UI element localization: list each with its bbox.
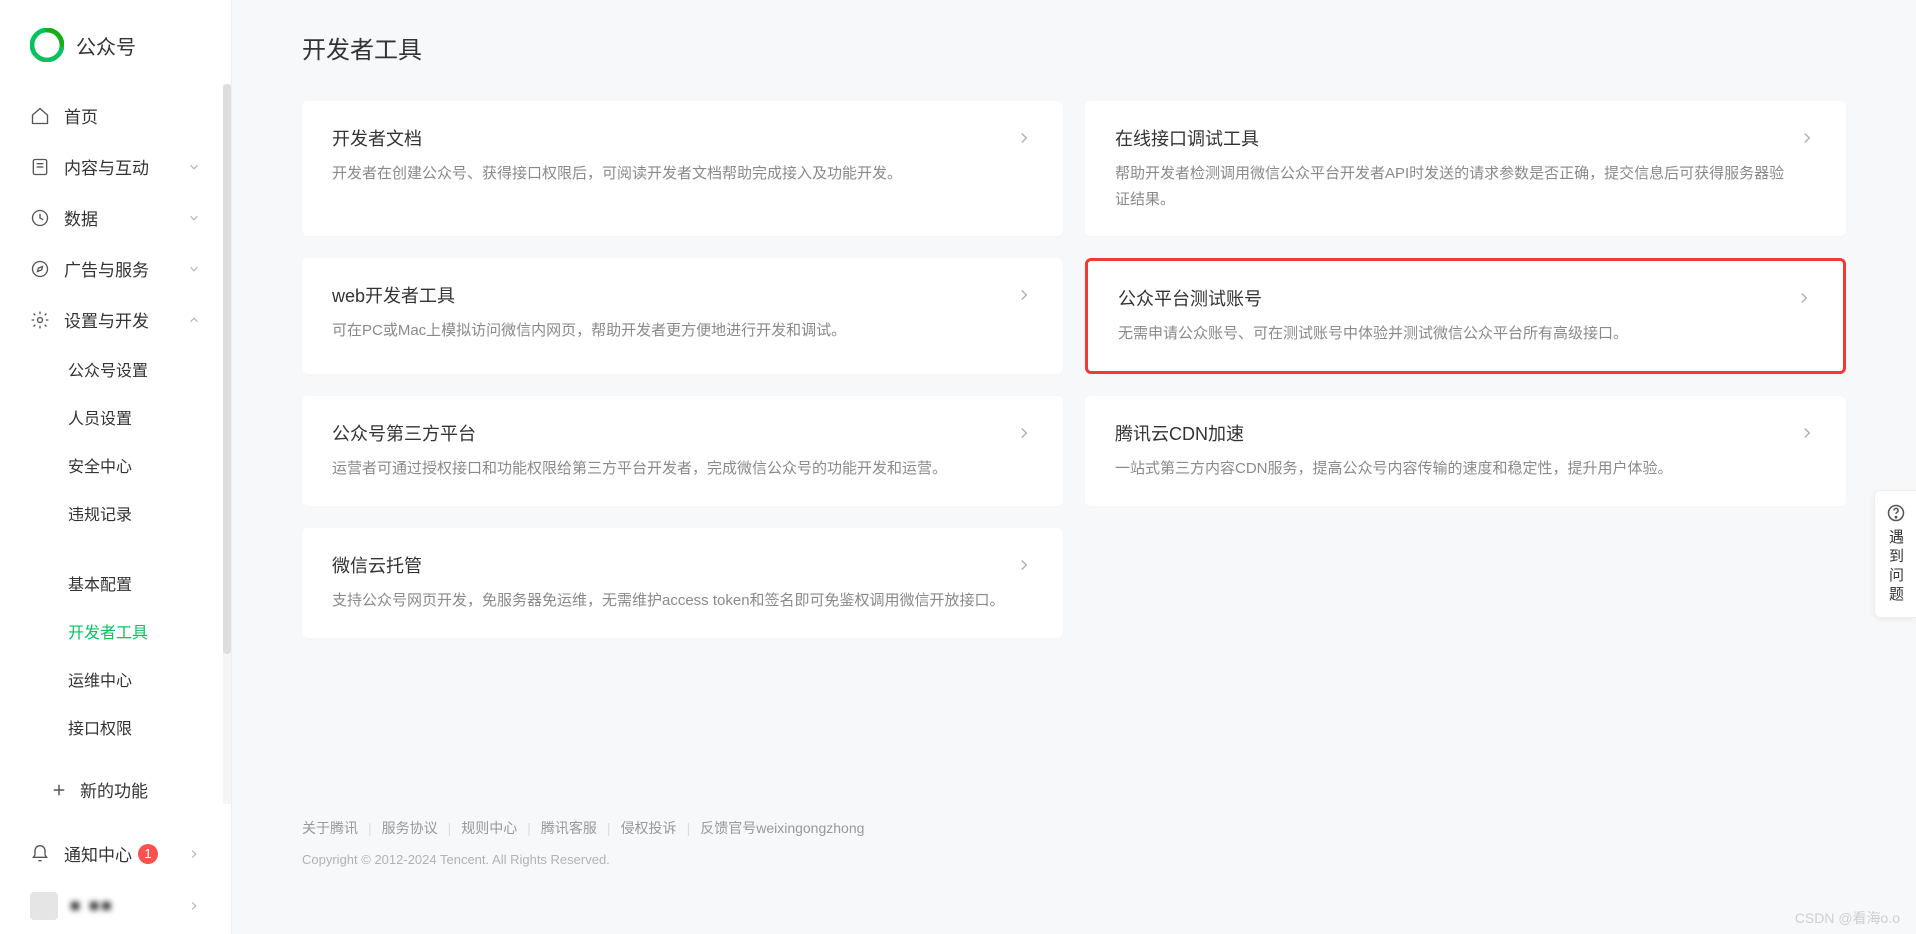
- nav-home[interactable]: 首页: [14, 90, 217, 141]
- nav-label: 首页: [64, 103, 201, 128]
- footer-link[interactable]: 关于腾讯: [302, 818, 358, 838]
- copyright: Copyright © 2012-2024 Tencent. All Right…: [302, 852, 1846, 867]
- card-desc: 无需申请公众账号、可在测试账号中体验并测试微信公众平台所有高级接口。: [1118, 321, 1795, 347]
- page-footer: 关于腾讯|服务协议|规则中心|腾讯客服|侵权投诉|反馈官号weixingongz…: [302, 818, 1846, 867]
- sub-violation[interactable]: 违规记录: [52, 489, 217, 537]
- notifications-link[interactable]: 通知中心 1: [14, 828, 217, 879]
- nav-content[interactable]: 内容与互动: [14, 141, 217, 192]
- watermark: CSDN @看海o.o: [1795, 908, 1900, 928]
- chevron-right-icon: [1015, 125, 1033, 147]
- nav-label: 内容与互动: [64, 154, 187, 179]
- card-desc: 一站式第三方内容CDN服务，提高公众号内容传输的速度和稳定性，提升用户体验。: [1115, 456, 1798, 482]
- nav-label: 数据: [64, 205, 187, 230]
- sub-staff-settings[interactable]: 人员设置: [52, 393, 217, 441]
- sub-dev-tools[interactable]: 开发者工具: [52, 607, 217, 655]
- chevron-right-icon: [1798, 420, 1816, 442]
- card-desc: 开发者在创建公众号、获得接口权限后，可阅读开发者文档帮助完成接入及功能开发。: [332, 161, 1015, 187]
- brand-name: 公众号: [76, 31, 136, 60]
- doc-icon: [30, 157, 50, 177]
- footer-link[interactable]: 规则中心: [461, 818, 517, 838]
- notifications-badge: 1: [138, 844, 158, 864]
- chevron-right-icon: [1798, 125, 1816, 147]
- main-nav: 首页 内容与互动 数据 广告与服务 设置与开发: [0, 90, 231, 828]
- sub-list-settings: 公众号设置 人员设置 安全中心 违规记录 基本配置 开发者工具 运维中心 接口权…: [14, 345, 217, 751]
- card-title: 腾讯云CDN加速: [1115, 420, 1798, 446]
- main-content: 开发者工具 开发者文档 开发者在创建公众号、获得接口权限后，可阅读开发者文档帮助…: [232, 0, 1916, 934]
- new-feature-label: 新的功能: [80, 777, 148, 802]
- card-title: 开发者文档: [332, 125, 1015, 151]
- chevron-down-icon: [187, 262, 201, 276]
- card-title: 公众号第三方平台: [332, 420, 1015, 446]
- plus-icon: [50, 781, 68, 799]
- question-icon: [1886, 503, 1906, 523]
- chevron-right-icon: [1015, 282, 1033, 304]
- chevron-up-icon: [187, 313, 201, 327]
- card-title: 微信云托管: [332, 552, 1015, 578]
- footer-links: 关于腾讯|服务协议|规则中心|腾讯客服|侵权投诉|反馈官号weixingongz…: [302, 818, 1846, 838]
- card-desc: 运营者可通过授权接口和功能权限给第三方平台开发者，完成微信公众号的功能开发和运营…: [332, 456, 1015, 482]
- chevron-right-icon: [1015, 420, 1033, 442]
- avatar: [30, 892, 58, 920]
- footer-link[interactable]: 服务协议: [382, 818, 438, 838]
- user-menu[interactable]: ■ ■■: [14, 879, 217, 933]
- compass-icon: [30, 259, 50, 279]
- chevron-down-icon: [187, 160, 201, 174]
- card-title: 公众平台测试账号: [1118, 285, 1795, 311]
- card-title: 在线接口调试工具: [1115, 125, 1798, 151]
- sub-basic-config[interactable]: 基本配置: [52, 559, 217, 607]
- clock-icon: [30, 208, 50, 228]
- tool-card[interactable]: 腾讯云CDN加速 一站式第三方内容CDN服务，提高公众号内容传输的速度和稳定性，…: [1085, 396, 1846, 506]
- help-tab[interactable]: 遇到问题: [1874, 490, 1916, 618]
- tool-card[interactable]: 微信云托管 支持公众号网页开发，免服务器免运维，无需维护access token…: [302, 528, 1063, 638]
- new-feature-button[interactable]: 新的功能: [34, 763, 197, 816]
- chevron-right-icon: [187, 847, 201, 861]
- tool-card[interactable]: 在线接口调试工具 帮助开发者检测调用微信公众平台开发者API时发送的请求参数是否…: [1085, 101, 1846, 236]
- chevron-right-icon: [1015, 552, 1033, 574]
- sub-ops-center[interactable]: 运维中心: [52, 655, 217, 703]
- sub-security[interactable]: 安全中心: [52, 441, 217, 489]
- tool-card[interactable]: 开发者文档 开发者在创建公众号、获得接口权限后，可阅读开发者文档帮助完成接入及功…: [302, 101, 1063, 236]
- help-tab-label: 遇到问题: [1885, 529, 1906, 605]
- sub-api-permission[interactable]: 接口权限: [52, 703, 217, 751]
- card-title: web开发者工具: [332, 282, 1015, 308]
- tool-card[interactable]: 公众号第三方平台 运营者可通过授权接口和功能权限给第三方平台开发者，完成微信公众…: [302, 396, 1063, 506]
- footer-link[interactable]: 反馈官号weixingongzhong: [700, 818, 864, 838]
- nav-ads[interactable]: 广告与服务: [14, 243, 217, 294]
- card-desc: 支持公众号网页开发，免服务器免运维，无需维护access token和签名即可免…: [332, 588, 1015, 614]
- notifications-label: 通知中心: [64, 841, 132, 866]
- sidebar: 公众号 首页 内容与互动 数据 广告与服务: [0, 0, 232, 934]
- user-name-masked: ■ ■■: [70, 896, 187, 916]
- nav-label: 设置与开发: [64, 307, 187, 332]
- footer-link[interactable]: 侵权投诉: [621, 818, 677, 838]
- nav-data[interactable]: 数据: [14, 192, 217, 243]
- gear-icon: [30, 310, 50, 330]
- card-desc: 帮助开发者检测调用微信公众平台开发者API时发送的请求参数是否正确，提交信息后可…: [1115, 161, 1798, 212]
- tool-card[interactable]: 公众平台测试账号 无需申请公众账号、可在测试账号中体验并测试微信公众平台所有高级…: [1085, 258, 1846, 374]
- nav-settings[interactable]: 设置与开发: [14, 294, 217, 345]
- chevron-right-icon: [1795, 285, 1813, 307]
- brand-logo[interactable]: 公众号: [0, 0, 231, 90]
- sub-account-settings[interactable]: 公众号设置: [52, 345, 217, 393]
- home-icon: [30, 106, 50, 126]
- tool-card-grid: 开发者文档 开发者在创建公众号、获得接口权限后，可阅读开发者文档帮助完成接入及功…: [302, 101, 1846, 638]
- footer-link[interactable]: 腾讯客服: [541, 818, 597, 838]
- chevron-right-icon: [187, 899, 201, 913]
- sidebar-footer: 通知中心 1 ■ ■■: [0, 828, 231, 934]
- nav-label: 广告与服务: [64, 256, 187, 281]
- page-title: 开发者工具: [302, 30, 1846, 65]
- wechat-logo-icon: [30, 28, 64, 62]
- bell-icon: [30, 844, 50, 864]
- chevron-down-icon: [187, 211, 201, 225]
- card-desc: 可在PC或Mac上模拟访问微信内网页，帮助开发者更方便地进行开发和调试。: [332, 318, 1015, 344]
- tool-card[interactable]: web开发者工具 可在PC或Mac上模拟访问微信内网页，帮助开发者更方便地进行开…: [302, 258, 1063, 374]
- sidebar-scrollbar[interactable]: [223, 84, 231, 804]
